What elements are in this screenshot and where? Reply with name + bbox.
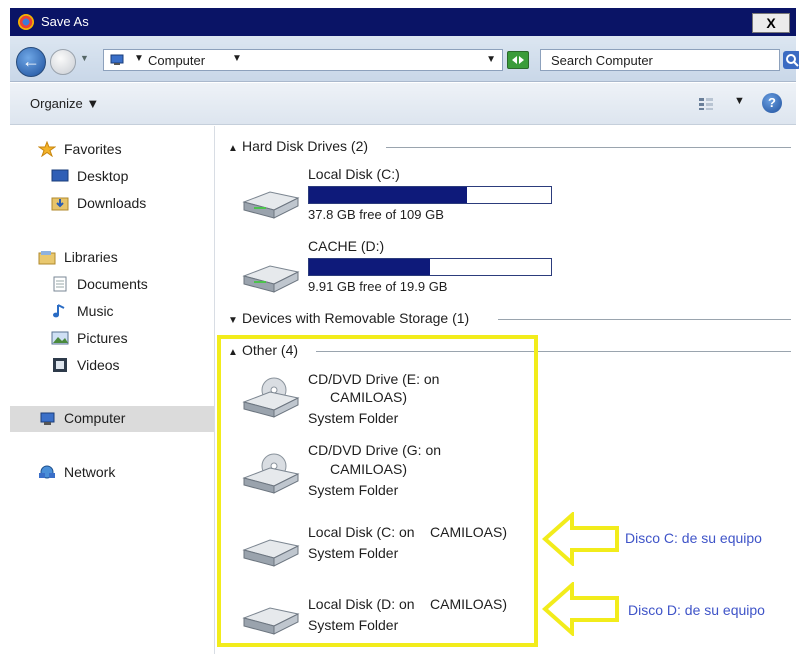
- videos-icon: [53, 358, 67, 372]
- recent-pages-dropdown-icon[interactable]: ▼: [80, 53, 89, 63]
- organize-label: Organize: [30, 96, 83, 111]
- view-options-chevron-down-icon[interactable]: ▼: [734, 95, 745, 107]
- annotation-arrow-icon: [542, 582, 619, 636]
- sidebar-item-label: Videos: [77, 357, 120, 373]
- sidebar-item-label: Libraries: [64, 249, 118, 265]
- network-icon: [39, 465, 55, 479]
- sidebar-item-label: Computer: [64, 410, 126, 426]
- drive-name: CACHE (D:): [308, 238, 385, 254]
- address-bar: ← ▼ ▼ Computer ▼ ▼ Search Computer: [10, 36, 799, 82]
- capacity-bar-fill: [309, 187, 468, 203]
- group-label: Hard Disk Drives (2): [242, 138, 369, 154]
- breadcrumb-chevron-down-icon[interactable]: ▼: [232, 53, 242, 64]
- file-list-pane: ▲ Hard Disk Drives (2) Local Disk (C:) 37…: [216, 126, 799, 654]
- hard-drive-icon: [242, 265, 300, 293]
- sidebar-item-label: Network: [64, 464, 116, 480]
- forward-button[interactable]: [50, 49, 76, 75]
- libraries-icon: [38, 251, 56, 265]
- breadcrumb-arrow-icon[interactable]: ▼: [134, 53, 144, 64]
- search-icon[interactable]: [783, 51, 799, 69]
- group-divider: [386, 147, 791, 148]
- address-history-dropdown-icon[interactable]: ▼: [486, 54, 496, 65]
- command-toolbar: Organize ▼ ▼ ?: [10, 83, 796, 125]
- search-input[interactable]: Search Computer: [540, 49, 780, 71]
- collapse-triangle-icon[interactable]: ▲: [228, 143, 242, 154]
- sidebar-item-label: Downloads: [77, 195, 147, 211]
- drive-name: Local Disk (C:): [308, 166, 400, 182]
- pictures-icon: [51, 331, 69, 345]
- capacity-bar-fill: [309, 259, 431, 275]
- change-view-icon[interactable]: [698, 97, 714, 111]
- sidebar-item-label: Documents: [77, 276, 148, 292]
- drive-free-space: 37.8 GB free of 109 GB: [308, 207, 444, 222]
- downloads-folder-icon: [51, 197, 69, 211]
- close-button[interactable]: X: [752, 13, 790, 33]
- group-header-hard-disk-drives[interactable]: ▲ Hard Disk Drives (2): [228, 138, 368, 156]
- sidebar-item-label: Desktop: [77, 168, 129, 184]
- hard-drive-icon: [242, 191, 300, 219]
- refresh-button[interactable]: [507, 51, 529, 69]
- capacity-bar: [308, 186, 552, 204]
- annotation-disco-c: Disco C: de su equipo: [625, 530, 762, 546]
- star-icon: [38, 141, 56, 157]
- breadcrumb[interactable]: ▼ Computer ▼ ▼: [103, 49, 503, 71]
- organize-menu-button[interactable]: Organize ▼: [30, 96, 99, 111]
- chrome-app-icon: [18, 14, 34, 30]
- sidebar-item-label: Pictures: [77, 330, 128, 346]
- computer-icon: [110, 54, 124, 65]
- search-placeholder: Search Computer: [551, 53, 653, 68]
- back-button[interactable]: ←: [16, 47, 46, 77]
- capacity-bar: [308, 258, 552, 276]
- breadcrumb-computer[interactable]: Computer: [148, 53, 205, 68]
- drive-free-space: 9.91 GB free of 19.9 GB: [308, 279, 448, 294]
- computer-icon: [40, 412, 55, 425]
- refresh-icon: [512, 56, 524, 64]
- desktop-icon: [51, 169, 69, 182]
- group-divider: [498, 319, 791, 320]
- sidebar-item-computer[interactable]: Computer: [10, 406, 214, 432]
- title-bar: Save As X: [10, 8, 796, 36]
- sidebar-item-label: Music: [77, 303, 114, 319]
- expand-triangle-icon[interactable]: ▼: [228, 315, 242, 326]
- navigation-pane: Favorites Desktop Downloads Libraries Do…: [10, 126, 215, 654]
- annotation-disco-d: Disco D: de su equipo: [628, 602, 765, 618]
- highlight-box: [217, 335, 538, 647]
- music-icon: [53, 304, 65, 318]
- annotation-arrow-icon: [542, 512, 619, 566]
- window-title: Save As: [41, 14, 89, 29]
- group-header-removable-storage[interactable]: ▼ Devices with Removable Storage (1): [228, 310, 469, 328]
- group-label: Devices with Removable Storage (1): [242, 310, 470, 326]
- help-icon[interactable]: ?: [762, 93, 782, 113]
- sidebar-item-label: Favorites: [64, 141, 122, 157]
- documents-icon: [53, 276, 67, 292]
